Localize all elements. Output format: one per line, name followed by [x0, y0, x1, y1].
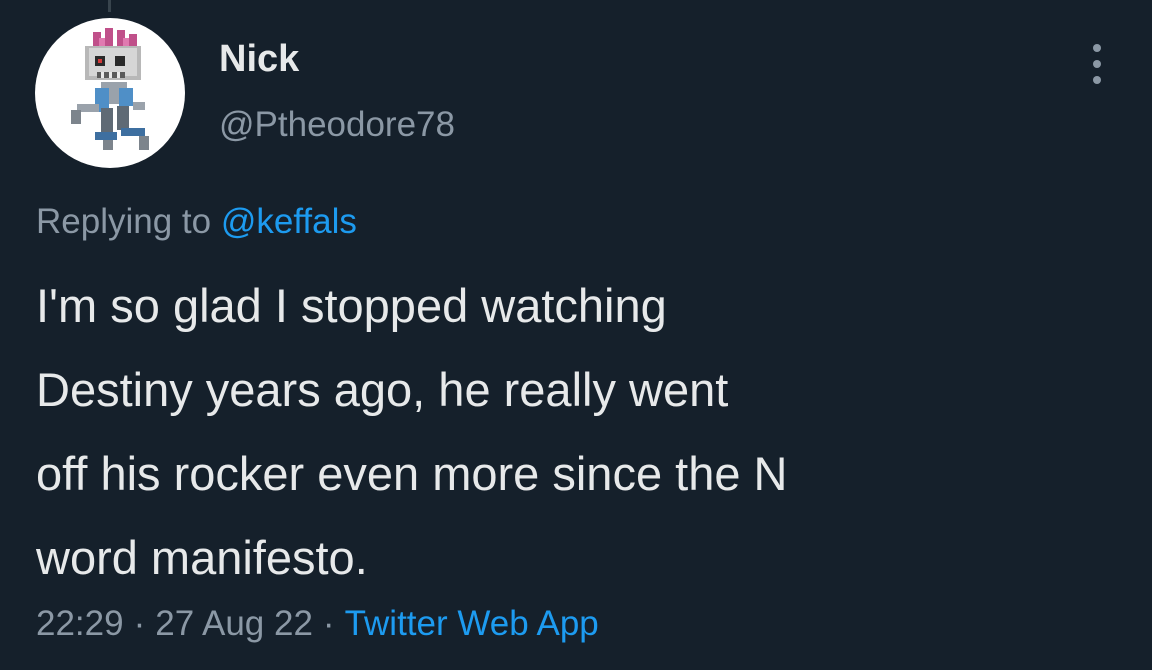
tweet-text: I'm so glad I stopped watching Destiny y… [36, 264, 1116, 600]
pixel-skull-zombie-icon [71, 28, 149, 150]
tweet: Nick @Ptheodore78 Replying to @keffals I… [0, 0, 1152, 670]
separator-dot: · [133, 604, 146, 643]
tweet-time[interactable]: 22:29 [36, 604, 124, 643]
tweet-text-line: off his rocker even more since the N [36, 447, 788, 500]
user-handle[interactable]: @Ptheodore78 [219, 105, 455, 145]
thread-connector-line [108, 0, 111, 12]
replying-to: Replying to @keffals [36, 202, 357, 242]
tweet-text-line: I'm so glad I stopped watching [36, 279, 667, 332]
tweet-metadata: 22:29 · 27 Aug 22 · Twitter Web App [36, 604, 599, 644]
display-name[interactable]: Nick [219, 38, 299, 81]
tweet-source-link[interactable]: Twitter Web App [345, 604, 599, 643]
replying-to-label: Replying to [36, 202, 212, 241]
tweet-date[interactable]: 27 Aug 22 [155, 604, 313, 643]
avatar[interactable] [35, 18, 185, 168]
reply-mention-link[interactable]: @keffals [221, 202, 357, 241]
more-options-icon[interactable] [1084, 42, 1110, 86]
tweet-text-line: Destiny years ago, he really went [36, 363, 729, 416]
separator-dot: · [322, 604, 335, 643]
tweet-text-line: word manifesto. [36, 531, 368, 584]
